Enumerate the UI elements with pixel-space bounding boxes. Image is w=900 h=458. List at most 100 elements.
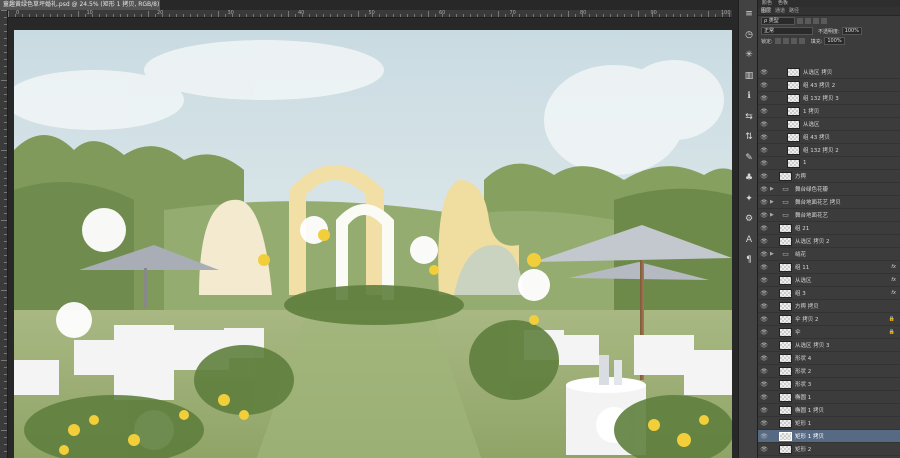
tab-paths[interactable]: 路径 bbox=[789, 8, 799, 14]
layer-row[interactable]: 👁 组 132 拷贝 3 bbox=[758, 92, 900, 105]
blend-mode-select[interactable]: 正常 bbox=[761, 27, 813, 35]
paragraph-icon[interactable]: ¶ bbox=[743, 254, 755, 266]
brush-icon[interactable]: ✎ bbox=[743, 152, 755, 164]
visibility-eye-icon[interactable]: 👁 bbox=[758, 446, 770, 453]
layer-row[interactable]: 👁 矩形 1 bbox=[758, 417, 900, 430]
visibility-eye-icon[interactable]: 👁 bbox=[758, 303, 770, 310]
visibility-eye-icon[interactable]: 👁 bbox=[758, 225, 770, 232]
expand-arrow-icon[interactable]: ▶ bbox=[770, 199, 776, 205]
character-icon[interactable]: A bbox=[743, 234, 755, 246]
effects-icon[interactable]: fx bbox=[891, 264, 896, 270]
transform-icon[interactable]: ⇅ bbox=[743, 131, 755, 143]
layer-row[interactable]: 👁 组 43 拷贝 2 bbox=[758, 79, 900, 92]
layer-row[interactable]: 👁 从选区 bbox=[758, 118, 900, 131]
layer-row[interactable]: 👁 从选区 fx bbox=[758, 274, 900, 287]
visibility-eye-icon[interactable]: 👁 bbox=[758, 368, 770, 375]
history-icon[interactable]: ◷ bbox=[743, 29, 755, 41]
visibility-eye-icon[interactable]: 👁 bbox=[758, 407, 770, 414]
visibility-eye-icon[interactable]: 👁 bbox=[758, 160, 770, 167]
swatches-icon[interactable]: ▥ bbox=[743, 70, 755, 82]
layer-row[interactable]: 👁 1 拷贝 bbox=[758, 105, 900, 118]
layer-row[interactable]: 👁 组 43 拷贝 bbox=[758, 131, 900, 144]
expand-arrow-icon[interactable]: ▶ bbox=[770, 251, 776, 257]
layer-row[interactable]: 👁 方舆 bbox=[758, 170, 900, 183]
layer-row[interactable]: 👁 伞 🔒 bbox=[758, 326, 900, 339]
layer-row[interactable]: 👁 组 3 fx bbox=[758, 287, 900, 300]
layer-row[interactable]: 👁 矩形 1 拷贝 bbox=[758, 430, 900, 443]
layer-row[interactable]: 👁 形状 2 bbox=[758, 365, 900, 378]
styles-icon[interactable]: ✦ bbox=[743, 193, 755, 205]
visibility-eye-icon[interactable]: 👁 bbox=[758, 199, 770, 206]
visibility-eye-icon[interactable]: 👁 bbox=[758, 381, 770, 388]
visibility-eye-icon[interactable]: 👁 bbox=[758, 264, 770, 271]
visibility-eye-icon[interactable]: 👁 bbox=[758, 173, 770, 180]
lock-all-icon[interactable] bbox=[798, 38, 805, 44]
visibility-eye-icon[interactable]: 👁 bbox=[758, 69, 770, 76]
visibility-eye-icon[interactable]: 👁 bbox=[758, 251, 770, 258]
layer-group-row[interactable]: 👁 ▶ ▭ 舞台地面花艺 拷贝 bbox=[758, 196, 900, 209]
actions-icon[interactable]: ⚙ bbox=[743, 213, 755, 225]
layer-row[interactable]: 👁 形状 4 bbox=[758, 352, 900, 365]
panel-menu-icon[interactable]: ≡ bbox=[743, 8, 755, 20]
fill-input[interactable]: 100% bbox=[824, 37, 845, 45]
effects-icon[interactable]: fx bbox=[891, 290, 896, 296]
layer-row[interactable]: 👁 从选区 拷贝 3 bbox=[758, 339, 900, 352]
layer-row[interactable]: 👁 从选区 拷贝 2 bbox=[758, 235, 900, 248]
visibility-eye-icon[interactable]: 👁 bbox=[758, 433, 770, 440]
layer-row[interactable]: 👁 组 132 拷贝 2 bbox=[758, 144, 900, 157]
visibility-eye-icon[interactable]: 👁 bbox=[758, 186, 770, 193]
visibility-eye-icon[interactable]: 👁 bbox=[758, 238, 770, 245]
layer-row[interactable]: 👁 矩形 2 bbox=[758, 443, 900, 456]
clone-source-icon[interactable]: ♣ bbox=[743, 172, 755, 184]
layer-group-row[interactable]: 👁 ▶ ▭ 绒花 bbox=[758, 248, 900, 261]
visibility-eye-icon[interactable]: 👁 bbox=[758, 277, 770, 284]
visibility-eye-icon[interactable]: 👁 bbox=[758, 95, 770, 102]
filter-pixel-icon[interactable] bbox=[797, 18, 803, 24]
visibility-eye-icon[interactable]: 👁 bbox=[758, 212, 770, 219]
visibility-eye-icon[interactable]: 👁 bbox=[758, 121, 770, 128]
visibility-eye-icon[interactable]: 👁 bbox=[758, 316, 770, 323]
layer-filter-select[interactable]: ρ 类型 bbox=[761, 17, 795, 25]
layer-row[interactable]: 👁 从选区 拷贝 bbox=[758, 66, 900, 79]
layer-group-row[interactable]: 👁 ▶ ▭ 舞台绿色花瓣 bbox=[758, 183, 900, 196]
filter-adjust-icon[interactable] bbox=[805, 18, 811, 24]
visibility-eye-icon[interactable]: 👁 bbox=[758, 394, 770, 401]
visibility-eye-icon[interactable]: 👁 bbox=[758, 82, 770, 89]
tab-color[interactable]: 颜色 bbox=[762, 0, 772, 6]
layer-row[interactable]: 👁 组 21 bbox=[758, 222, 900, 235]
brush-settings-icon[interactable]: ✳ bbox=[743, 49, 755, 61]
lock-image-icon[interactable] bbox=[782, 38, 789, 44]
tab-channels[interactable]: 通道 bbox=[775, 8, 785, 14]
expand-arrow-icon[interactable]: ▶ bbox=[770, 186, 776, 192]
artboard-image[interactable] bbox=[14, 30, 732, 458]
document-tab[interactable]: 童趣黄绿色草坪婚礼.psd @ 24.5% (矩形 1 拷贝, RGB/8)× bbox=[0, 0, 160, 10]
lock-transparent-icon[interactable] bbox=[774, 38, 781, 44]
adjust-icon[interactable]: ⇆ bbox=[743, 111, 755, 123]
canvas-area[interactable] bbox=[8, 18, 732, 458]
layer-row[interactable]: 👁 伞 拷贝 2 🔒 bbox=[758, 313, 900, 326]
layer-row[interactable]: 👁 椭圆 1 拷贝 bbox=[758, 404, 900, 417]
effects-icon[interactable]: fx bbox=[891, 277, 896, 283]
visibility-eye-icon[interactable]: 👁 bbox=[758, 355, 770, 362]
info-icon[interactable]: ℹ bbox=[743, 90, 755, 102]
visibility-eye-icon[interactable]: 👁 bbox=[758, 329, 770, 336]
tab-layers[interactable]: 图层 bbox=[761, 8, 771, 14]
visibility-eye-icon[interactable]: 👁 bbox=[758, 134, 770, 141]
visibility-eye-icon[interactable]: 👁 bbox=[758, 420, 770, 427]
visibility-eye-icon[interactable]: 👁 bbox=[758, 147, 770, 154]
filter-type-icon[interactable] bbox=[813, 18, 819, 24]
visibility-eye-icon[interactable]: 👁 bbox=[758, 290, 770, 297]
filter-shape-icon[interactable] bbox=[821, 18, 827, 24]
layer-row[interactable]: 👁 1 bbox=[758, 157, 900, 170]
opacity-input[interactable]: 100% bbox=[841, 27, 862, 35]
expand-arrow-icon[interactable]: ▶ bbox=[770, 212, 776, 218]
lock-position-icon[interactable] bbox=[790, 38, 797, 44]
layer-row[interactable]: 👁 形状 3 bbox=[758, 378, 900, 391]
layer-row[interactable]: 👁 方舆 拷贝 bbox=[758, 300, 900, 313]
layer-group-row[interactable]: 👁 ▶ ▭ 舞台地面花艺 bbox=[758, 209, 900, 222]
layer-row[interactable]: 👁 组 11 fx bbox=[758, 261, 900, 274]
tab-swatches[interactable]: 色板 bbox=[778, 0, 788, 6]
layer-row[interactable]: 👁 椭圆 1 bbox=[758, 391, 900, 404]
visibility-eye-icon[interactable]: 👁 bbox=[758, 342, 770, 349]
visibility-eye-icon[interactable]: 👁 bbox=[758, 108, 770, 115]
